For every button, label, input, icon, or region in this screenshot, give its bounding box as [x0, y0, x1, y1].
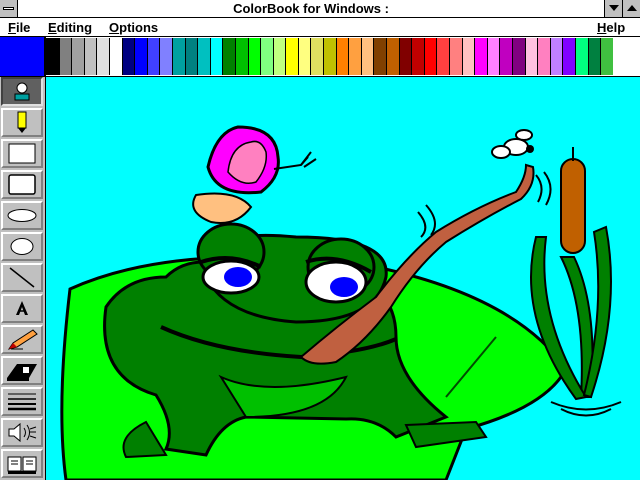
color-swatch[interactable] — [209, 38, 223, 75]
color-swatch[interactable] — [121, 38, 135, 75]
line-icon — [9, 267, 35, 288]
color-swatch[interactable] — [423, 38, 437, 75]
tool-paint-roller[interactable] — [1, 356, 43, 385]
tool-crayon[interactable] — [1, 325, 43, 354]
color-swatch[interactable] — [159, 38, 172, 75]
color-swatch[interactable] — [46, 38, 59, 75]
maximize-button[interactable] — [622, 0, 640, 17]
current-color-swatch — [0, 37, 46, 76]
color-swatch[interactable] — [335, 38, 349, 75]
tool-text[interactable] — [1, 294, 43, 323]
color-swatch[interactable] — [285, 38, 298, 75]
color-swatch[interactable] — [108, 38, 122, 75]
color-swatch[interactable] — [398, 38, 412, 75]
color-swatch[interactable] — [260, 38, 273, 75]
tool-book[interactable] — [1, 449, 43, 478]
tool-user[interactable] — [1, 77, 43, 106]
minimize-arrow-icon — [609, 5, 619, 11]
color-swatch[interactable] — [197, 38, 210, 75]
tool-rectangle[interactable] — [1, 139, 43, 168]
color-swatch[interactable] — [222, 38, 235, 75]
color-swatch[interactable] — [474, 38, 487, 75]
maximize-arrow-icon — [627, 5, 637, 11]
color-swatch[interactable] — [184, 38, 198, 75]
tool-pencil[interactable] — [1, 108, 43, 137]
color-swatch[interactable] — [537, 38, 550, 75]
system-menu-icon — [3, 7, 14, 10]
color-swatch[interactable] — [146, 38, 160, 75]
line-width-icon — [8, 393, 36, 411]
pencil-icon — [17, 111, 27, 133]
paint-roller-icon — [7, 364, 37, 381]
color-swatch[interactable] — [386, 38, 399, 75]
color-swatch[interactable] — [511, 38, 525, 75]
title-bar: ColorBook for Windows : — [0, 0, 640, 18]
rectangle-outline-icon — [8, 143, 36, 164]
color-swatch[interactable] — [83, 38, 97, 75]
color-swatch[interactable] — [96, 38, 109, 75]
tool-line-width[interactable] — [1, 387, 43, 416]
ellipse-outline-icon — [7, 209, 37, 222]
crayon-icon — [7, 329, 38, 350]
menu-options[interactable]: Options — [109, 20, 158, 35]
color-swatch[interactable] — [71, 38, 84, 75]
tool-panel — [0, 77, 46, 480]
color-swatch[interactable] — [587, 38, 601, 75]
tool-filled-rectangle[interactable] — [1, 170, 43, 199]
menu-file[interactable]: File — [8, 20, 30, 35]
color-swatch[interactable] — [499, 38, 512, 75]
frog-coloring-picture — [60, 125, 622, 480]
user-icon — [14, 82, 30, 101]
color-swatch[interactable] — [486, 38, 500, 75]
tool-filled-ellipse[interactable] — [1, 232, 43, 261]
palette-swatches — [46, 38, 613, 75]
filled-rectangle-icon — [8, 174, 36, 195]
color-swatch[interactable] — [436, 38, 449, 75]
color-swatch[interactable] — [524, 38, 538, 75]
window-title: ColorBook for Windows : — [233, 1, 389, 16]
color-swatch[interactable] — [297, 38, 311, 75]
tool-ellipse[interactable] — [1, 201, 43, 230]
menu-bar: File Editing Options Help — [0, 18, 640, 37]
color-swatch[interactable] — [461, 38, 475, 75]
coloring-canvas[interactable] — [46, 77, 640, 480]
color-swatch[interactable] — [58, 38, 72, 75]
color-swatch[interactable] — [134, 38, 147, 75]
color-palette — [0, 37, 640, 77]
color-swatch[interactable] — [600, 38, 613, 75]
menu-editing[interactable]: Editing — [48, 20, 92, 35]
speaker-icon — [8, 422, 37, 443]
tool-line[interactable] — [1, 263, 43, 292]
text-icon — [16, 301, 28, 315]
color-swatch[interactable] — [373, 38, 387, 75]
color-swatch[interactable] — [411, 38, 424, 75]
color-swatch[interactable] — [549, 38, 563, 75]
color-swatch[interactable] — [272, 38, 286, 75]
color-swatch[interactable] — [574, 38, 588, 75]
color-swatch[interactable] — [348, 38, 361, 75]
filled-ellipse-icon — [10, 238, 34, 255]
color-swatch[interactable] — [323, 38, 336, 75]
tool-sound[interactable] — [1, 418, 43, 447]
color-swatch[interactable] — [171, 38, 185, 75]
color-swatch[interactable] — [562, 38, 575, 75]
minimize-button[interactable] — [604, 0, 622, 17]
color-swatch[interactable] — [360, 38, 374, 75]
butterfly — [192, 125, 317, 224]
book-icon — [7, 456, 37, 474]
menu-help[interactable]: Help — [597, 20, 625, 35]
system-menu-button[interactable] — [0, 0, 18, 17]
color-swatch[interactable] — [310, 38, 324, 75]
color-swatch[interactable] — [247, 38, 261, 75]
color-swatch[interactable] — [449, 38, 462, 75]
color-swatch[interactable] — [234, 38, 248, 75]
